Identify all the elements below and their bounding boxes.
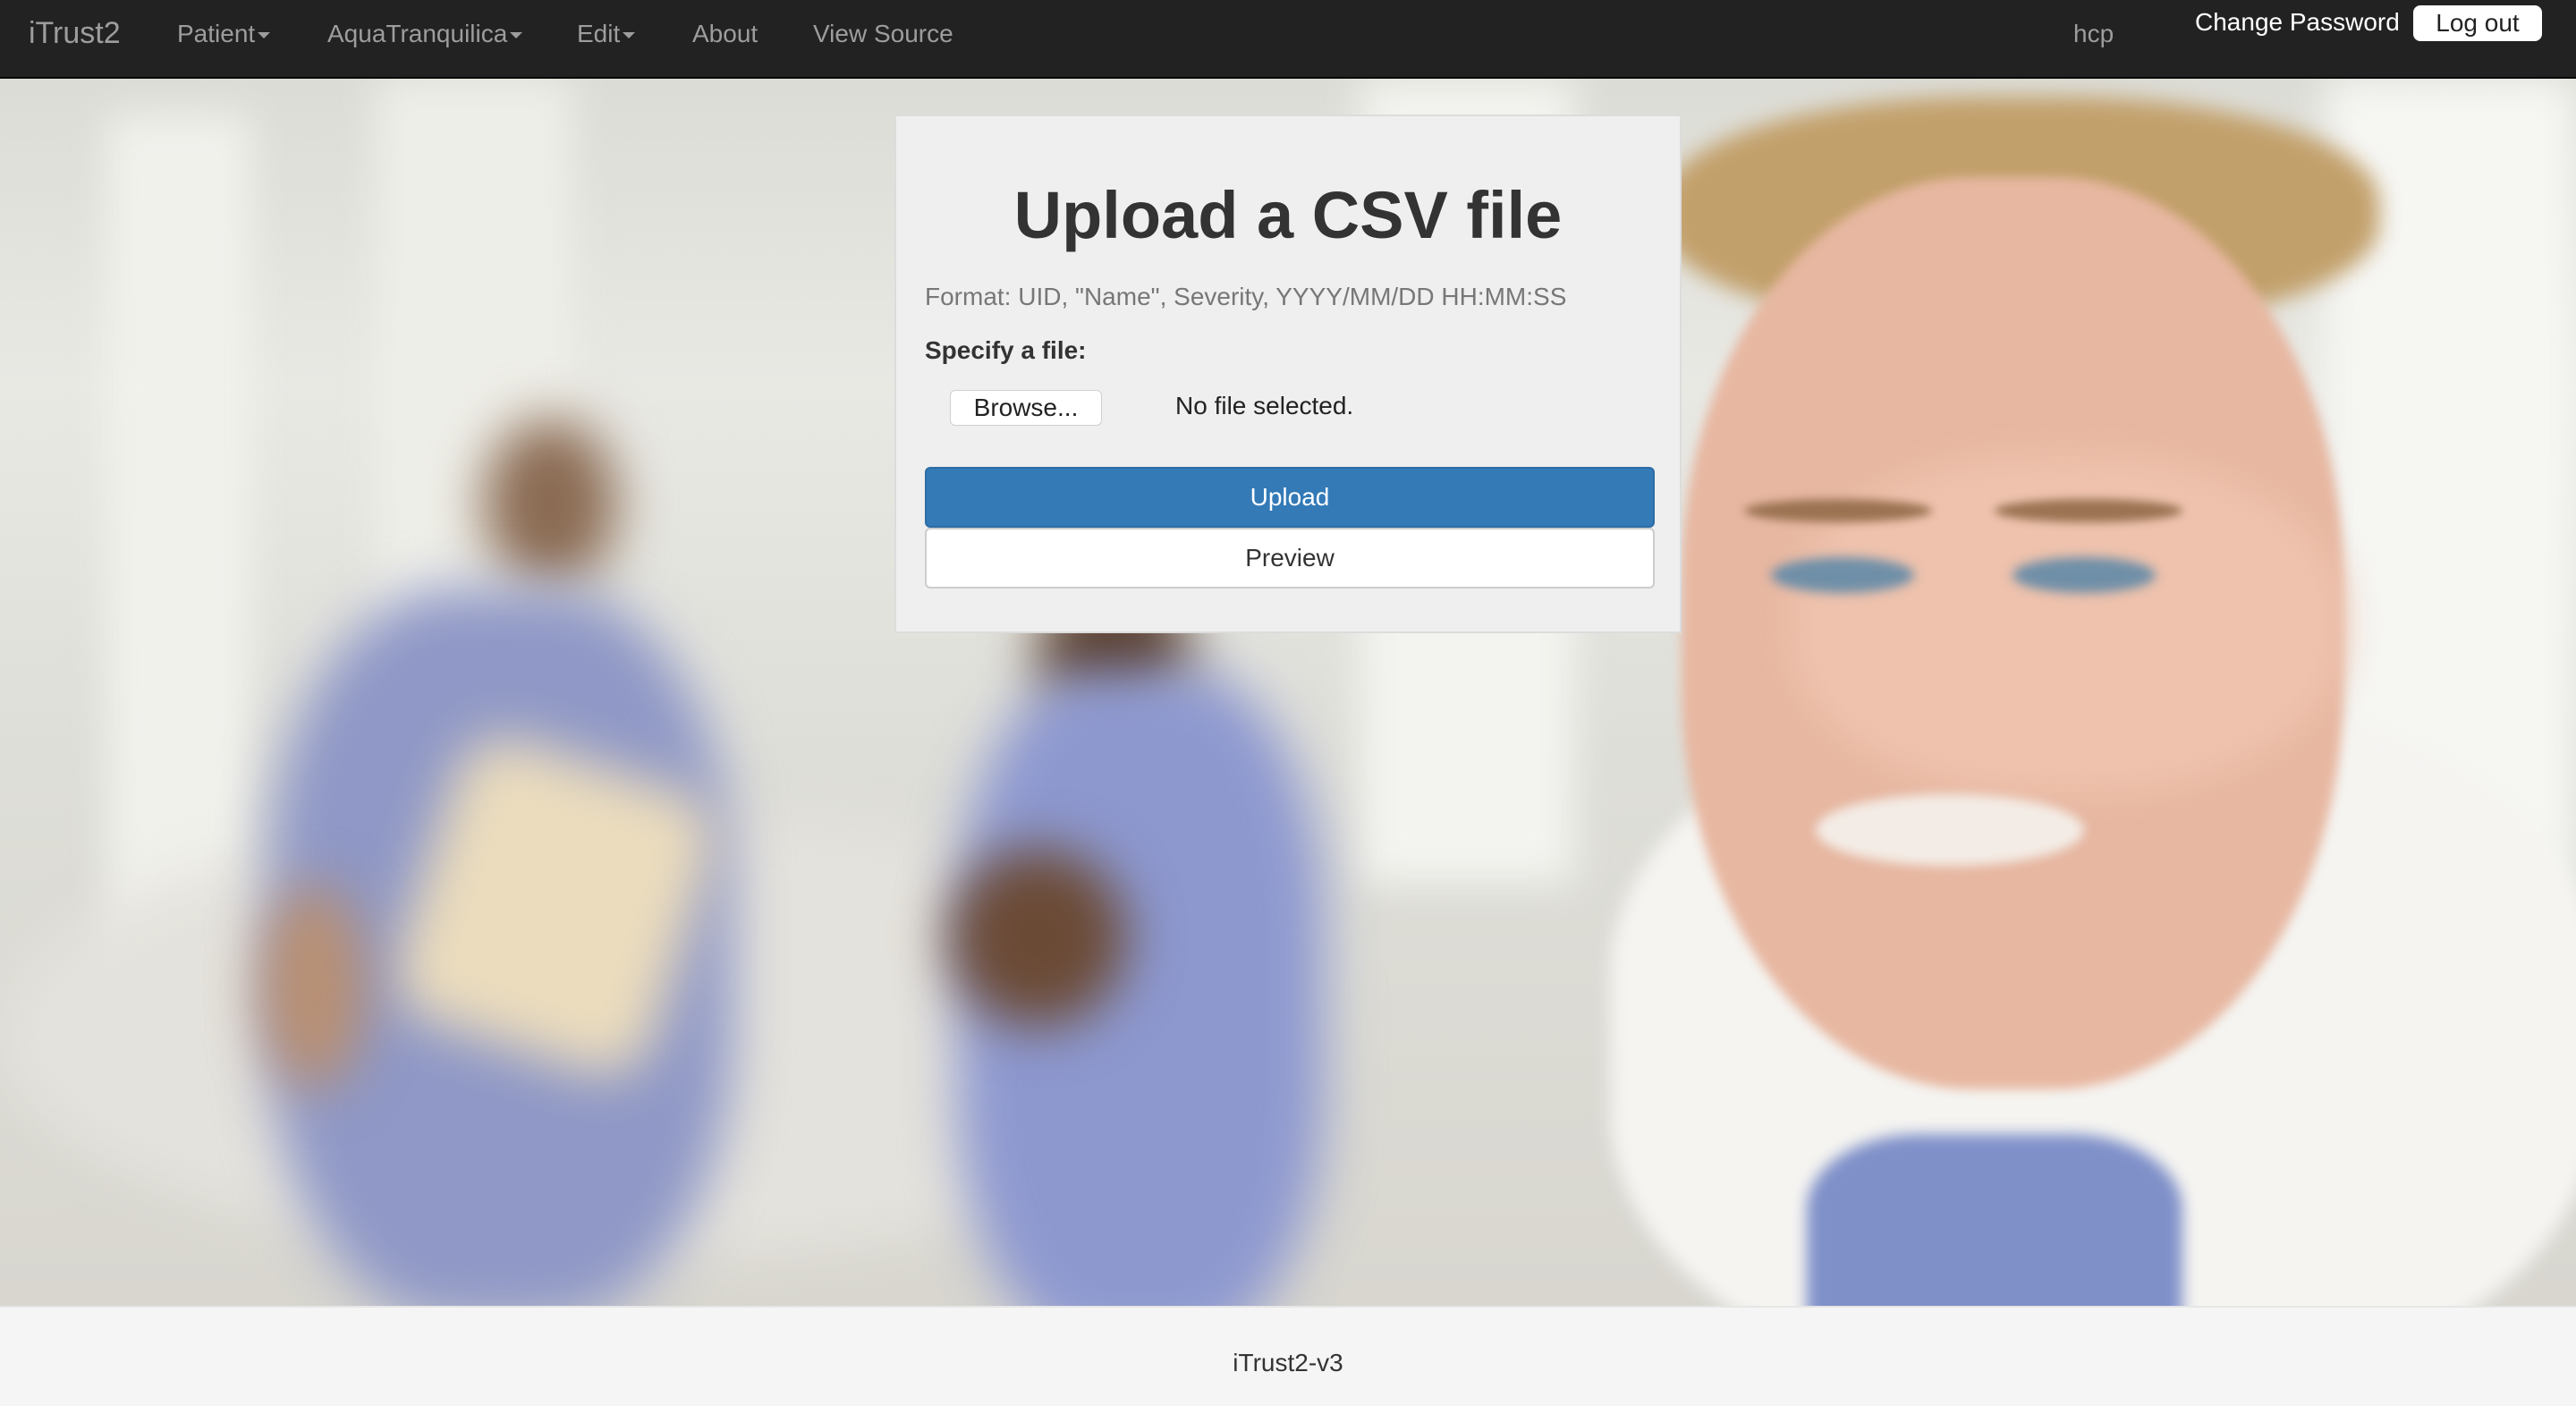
patient-menu[interactable]: Patient [177, 20, 271, 48]
caret-down-icon [258, 32, 271, 39]
upload-title: Upload a CSV file [1013, 178, 1563, 252]
view-source-link[interactable]: View Source [813, 20, 953, 48]
logout-button[interactable]: Log out [2413, 5, 2542, 41]
aquatranquilica-menu-label: AquaTranquilica [327, 20, 508, 47]
file-label: Specify a file: [925, 336, 1087, 364]
page-footer: iTrust2-v3 [0, 1306, 2576, 1406]
change-password-link[interactable]: Change Password [2195, 8, 2400, 37]
upload-button[interactable]: Upload [925, 467, 1655, 528]
file-status: No file selected. [1175, 392, 1354, 419]
brand-link[interactable]: iTrust2 [29, 16, 121, 51]
preview-button[interactable]: Preview [925, 528, 1655, 589]
caret-down-icon [510, 32, 523, 39]
footer-version: iTrust2-v3 [1233, 1349, 1343, 1376]
patient-menu-label: Patient [177, 20, 256, 47]
current-user: hcp [2073, 20, 2114, 47]
upload-panel: Upload a CSV file Format: UID, "Name", S… [894, 114, 1682, 633]
aquatranquilica-menu[interactable]: AquaTranquilica [327, 20, 523, 48]
format-hint: Format: UID, "Name", Severity, YYYY/MM/D… [925, 283, 1567, 310]
about-link[interactable]: About [692, 20, 758, 48]
edit-menu-label: Edit [577, 20, 621, 47]
caret-down-icon [623, 32, 636, 39]
edit-menu[interactable]: Edit [577, 20, 636, 48]
top-navbar: iTrust2 Patient AquaTranquilica Edit Abo… [0, 0, 2576, 79]
browse-file-button[interactable]: Browse... [950, 390, 1102, 426]
